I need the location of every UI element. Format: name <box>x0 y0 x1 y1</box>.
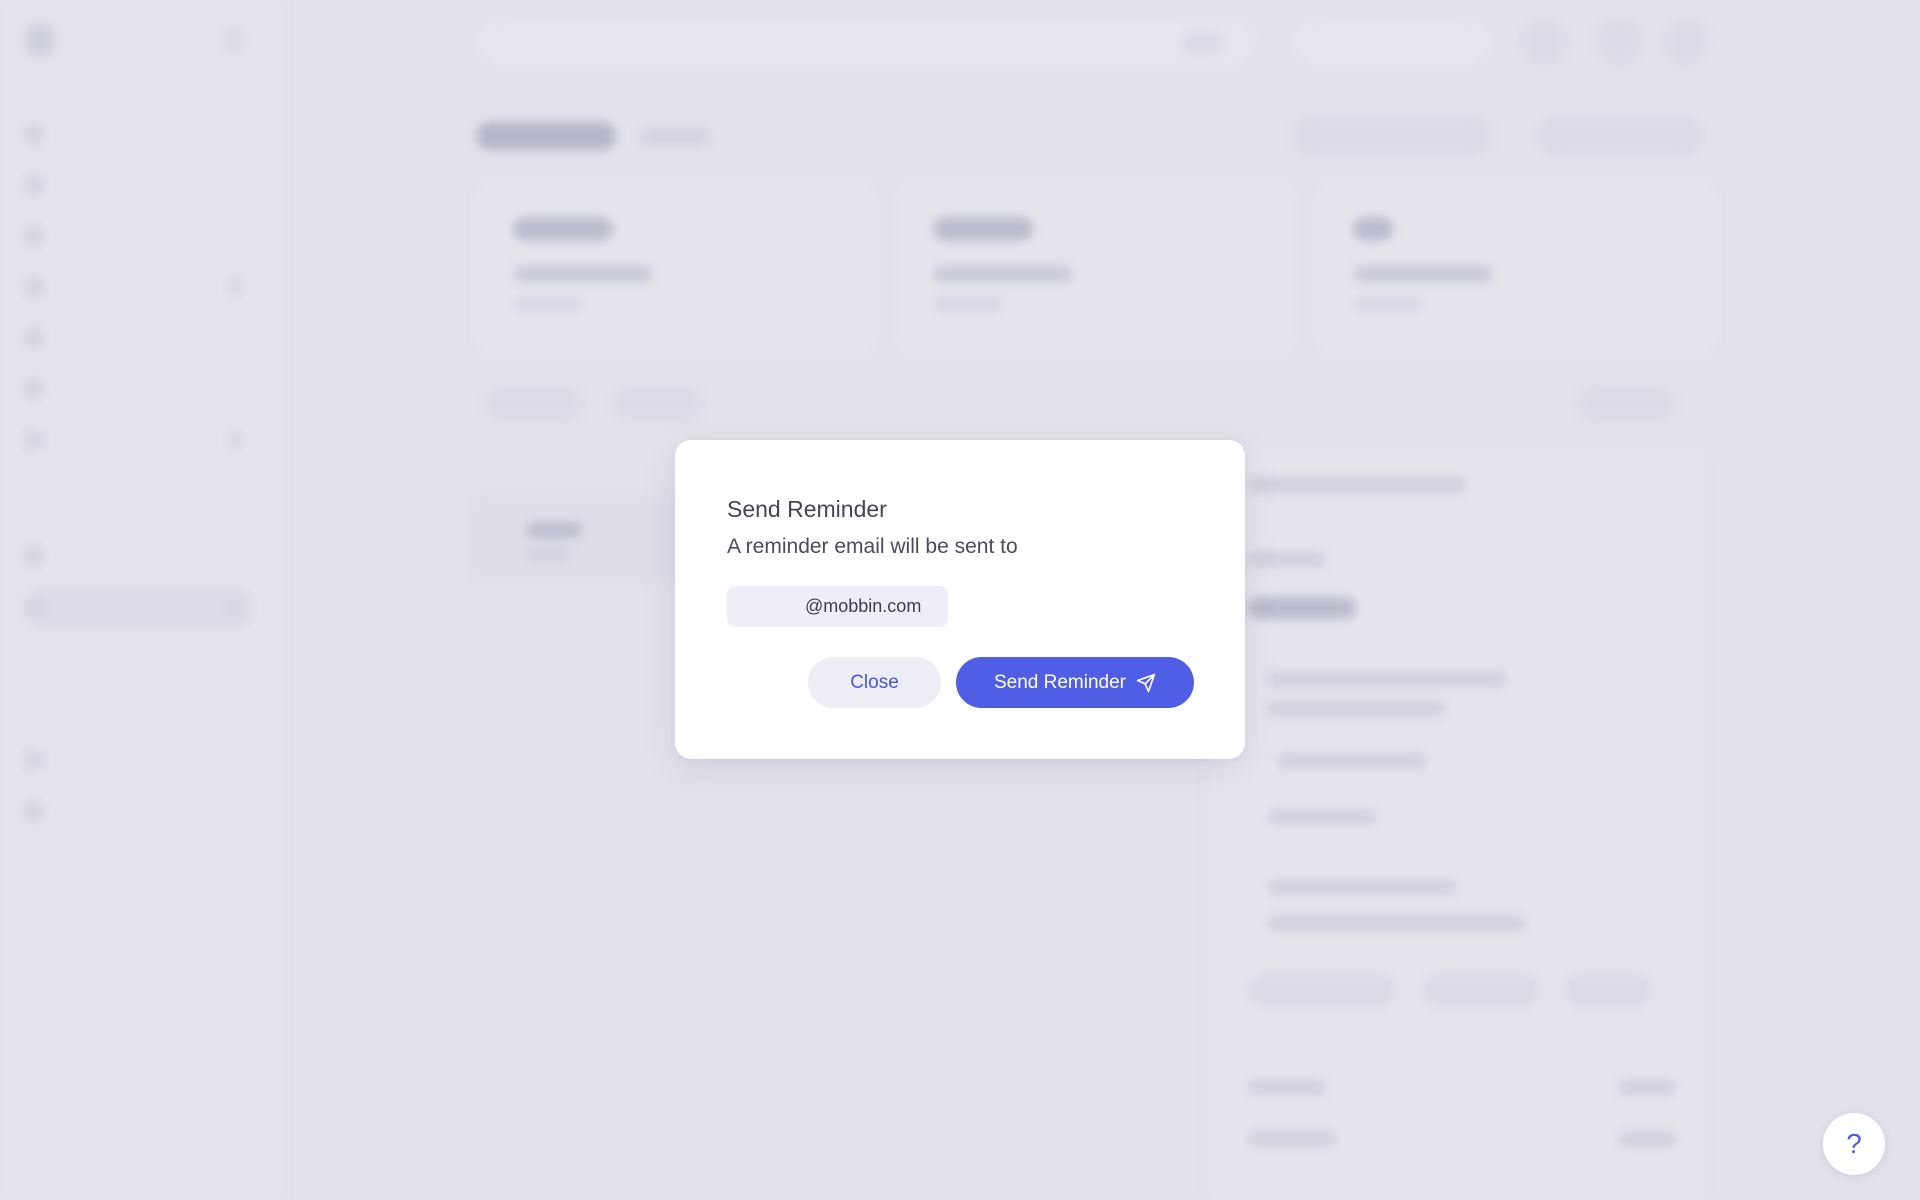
send-reminder-dialog: Send Reminder A reminder email will be s… <box>675 440 1245 759</box>
paper-plane-icon <box>1136 673 1156 692</box>
send-reminder-label: Send Reminder <box>993 671 1127 693</box>
dialog-title: Send Reminder <box>727 496 887 522</box>
recipient-email: @mobbin.com <box>727 586 948 627</box>
dialog-description: A reminder email will be sent to <box>727 535 1018 558</box>
send-reminder-button[interactable]: Send Reminder <box>956 657 1194 708</box>
email-domain: @mobbin.com <box>805 596 922 616</box>
close-button[interactable]: Close <box>808 657 941 708</box>
help-button[interactable]: ? <box>1823 1113 1885 1175</box>
question-mark-icon: ? <box>1846 1128 1862 1159</box>
